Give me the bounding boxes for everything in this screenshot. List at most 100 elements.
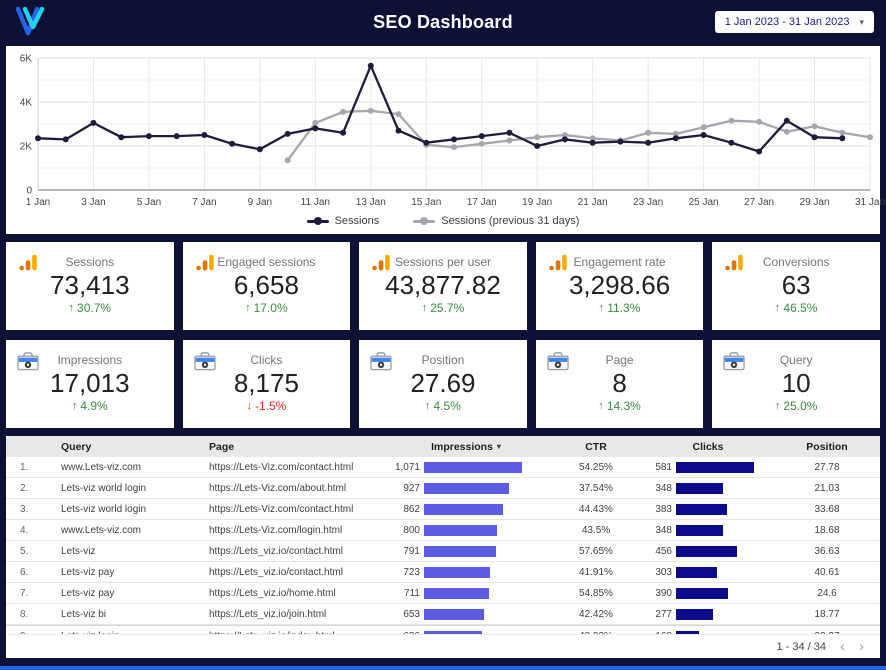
header-page[interactable]: Page bbox=[194, 441, 382, 453]
cell-page: https://Lets_viz.io/contact.html bbox=[209, 545, 343, 557]
prev-page-icon[interactable]: ‹ bbox=[840, 639, 845, 654]
scorecard-value: 10 bbox=[781, 367, 811, 398]
scorecard-delta: ↑ 25.0% bbox=[774, 399, 818, 414]
table-row: 1. www.Lets-viz.com https://Lets-Viz.com… bbox=[6, 457, 880, 478]
cell-query: Lets-viz bbox=[61, 545, 96, 557]
scorecard-sessions: Sessions 73,413 ↑ 30.7% bbox=[6, 242, 174, 330]
cell-position: 21.03 bbox=[814, 482, 840, 494]
arrow-up-icon: ↑ bbox=[71, 400, 78, 413]
sessions-line-chart: 0 2K 4K 6K 1 Jan 3 Jan 5 Jan 7 Jan 9 Jan 11 Jan 13… bbox=[20, 54, 885, 209]
cell-ctr: 43.5% bbox=[581, 524, 611, 536]
svg-text:23 Jan: 23 Jan bbox=[633, 197, 663, 208]
cell-position: 33.68 bbox=[814, 503, 840, 515]
cell-ctr: 44.43% bbox=[579, 503, 613, 515]
header-position[interactable]: Position bbox=[774, 441, 880, 453]
cell-query: Lets-viz world login bbox=[61, 503, 147, 515]
cell-impressions: 711 bbox=[382, 587, 550, 599]
svg-text:29 Jan: 29 Jan bbox=[800, 197, 830, 208]
previous-series-marker-icon bbox=[413, 217, 436, 225]
analytics-icon bbox=[195, 254, 214, 271]
cell-clicks: 348 bbox=[642, 482, 774, 494]
scorecard-impressions: Impressions 17,013 ↑ 4.9% bbox=[6, 340, 174, 428]
next-page-icon[interactable]: › bbox=[859, 639, 864, 654]
date-range-selector[interactable]: 1 Jan 2023 - 31 Jan 2023 ▾ bbox=[714, 11, 874, 33]
svg-text:11 Jan: 11 Jan bbox=[301, 197, 330, 208]
impressions-bar bbox=[424, 545, 496, 557]
row-index: 1. bbox=[20, 461, 29, 473]
cell-query: www.Lets-viz.com bbox=[61, 461, 142, 473]
svg-text:1 Jan: 1 Jan bbox=[26, 197, 50, 208]
scorecard-label: Sessions bbox=[65, 254, 115, 269]
row-index: 2. bbox=[20, 482, 29, 494]
header-clicks[interactable]: Clicks bbox=[642, 441, 774, 453]
cell-impressions: 636 bbox=[382, 630, 550, 634]
analytics-icon bbox=[549, 254, 567, 271]
scorecard-delta: ↑ 46.5% bbox=[774, 301, 818, 316]
row-index: 7. bbox=[20, 587, 29, 599]
scorecard-engaged-sessions: Engaged sessions 6,658 ↑ 17.0% bbox=[182, 242, 351, 330]
analytics-icon bbox=[19, 254, 37, 271]
header-ctr[interactable]: CTR bbox=[550, 441, 642, 453]
table-row: 5. Lets-viz https://Lets_viz.io/contact.… bbox=[6, 541, 880, 562]
svg-text:25 Jan: 25 Jan bbox=[689, 197, 719, 208]
clicks-bar bbox=[676, 630, 699, 634]
cell-ctr: 54.85% bbox=[579, 587, 613, 599]
cell-clicks: 390 bbox=[642, 587, 774, 599]
cell-position: 40.61 bbox=[814, 566, 840, 578]
svg-text:2K: 2K bbox=[20, 142, 33, 153]
scorecard-delta: ↑ 25.7% bbox=[421, 301, 465, 316]
svg-text:9 Jan: 9 Jan bbox=[248, 197, 272, 208]
cell-impressions: 723 bbox=[382, 566, 550, 578]
scorecard-conversions: Conversions 63 ↑ 46.5% bbox=[712, 242, 880, 330]
table-row: 8. Lets-viz bi https://Lets_viz.io/join.… bbox=[6, 604, 880, 625]
scorecard-label: Clicks bbox=[250, 352, 283, 367]
svg-text:7 Jan: 7 Jan bbox=[192, 197, 216, 208]
cell-ctr: 40.92% bbox=[550, 631, 642, 635]
scorecard-label: Query bbox=[779, 352, 813, 367]
header-impressions[interactable]: Impressions ▾ bbox=[382, 441, 550, 453]
cell-position: 36.63 bbox=[814, 545, 840, 557]
cell-impressions: 1,071 bbox=[382, 461, 550, 473]
cell-position: 18.77 bbox=[814, 608, 840, 620]
cell-position: 22.27 bbox=[774, 631, 880, 635]
svg-text:31 Jan: 31 Jan bbox=[855, 197, 885, 208]
scorecard-value: 63 bbox=[781, 269, 811, 300]
svg-text:17 Jan: 17 Jan bbox=[467, 197, 497, 208]
table-row: 6. Lets-viz pay https://Lets_viz.io/cont… bbox=[6, 562, 880, 583]
cell-clicks: 581 bbox=[642, 461, 774, 473]
svg-text:3 Jan: 3 Jan bbox=[81, 197, 105, 208]
scorecard-value: 3,298.66 bbox=[568, 269, 671, 300]
scorecard-clicks: Clicks 8,175 ↓ -1.5% bbox=[182, 340, 351, 428]
sessions-series-marker-icon bbox=[306, 217, 329, 225]
scorecard-value: 8,175 bbox=[233, 367, 299, 398]
cell-page: https://Lets-Viz.com/contact.html bbox=[209, 461, 354, 473]
scorecard-value: 27.69 bbox=[410, 367, 476, 398]
scorecard-delta: ↑ 4.9% bbox=[71, 399, 108, 414]
cell-impressions: 653 bbox=[382, 608, 550, 620]
legend-item-sessions-previous[interactable]: Sessions (previous 31 days) bbox=[413, 215, 579, 227]
table-row: 3. Lets-viz world login https://Lets-Viz… bbox=[6, 499, 880, 520]
cell-page: https://Lets-Viz.com/about.html bbox=[209, 482, 347, 494]
impressions-bar bbox=[424, 566, 490, 578]
cell-ctr: 57.65% bbox=[579, 545, 613, 557]
search-console-icon bbox=[17, 352, 39, 371]
scorecard-query: Query 10 ↑ 25.0% bbox=[712, 340, 880, 428]
legend-label: Sessions bbox=[334, 215, 380, 227]
arrow-up-icon: ↑ bbox=[68, 302, 75, 315]
impressions-bar bbox=[424, 461, 522, 473]
cell-impressions: 862 bbox=[382, 503, 550, 515]
row-index: 8. bbox=[20, 608, 29, 620]
clicks-bar bbox=[676, 587, 728, 599]
cell-query: Lets-viz login bbox=[46, 631, 194, 635]
impressions-bar bbox=[424, 503, 503, 515]
scorecard-delta: ↑ 11.3% bbox=[598, 301, 641, 316]
clicks-bar bbox=[676, 545, 737, 557]
analytics-icon bbox=[372, 254, 390, 271]
scorecard-delta: ↑ 30.7% bbox=[68, 301, 112, 316]
legend-label: Sessions (previous 31 days) bbox=[441, 215, 580, 227]
header-query[interactable]: Query bbox=[46, 441, 194, 453]
row-index: 6. bbox=[20, 566, 29, 578]
legend-item-sessions[interactable]: Sessions bbox=[306, 215, 380, 227]
scorecard-label: Impressions bbox=[57, 352, 123, 367]
svg-text:15 Jan: 15 Jan bbox=[411, 197, 441, 208]
